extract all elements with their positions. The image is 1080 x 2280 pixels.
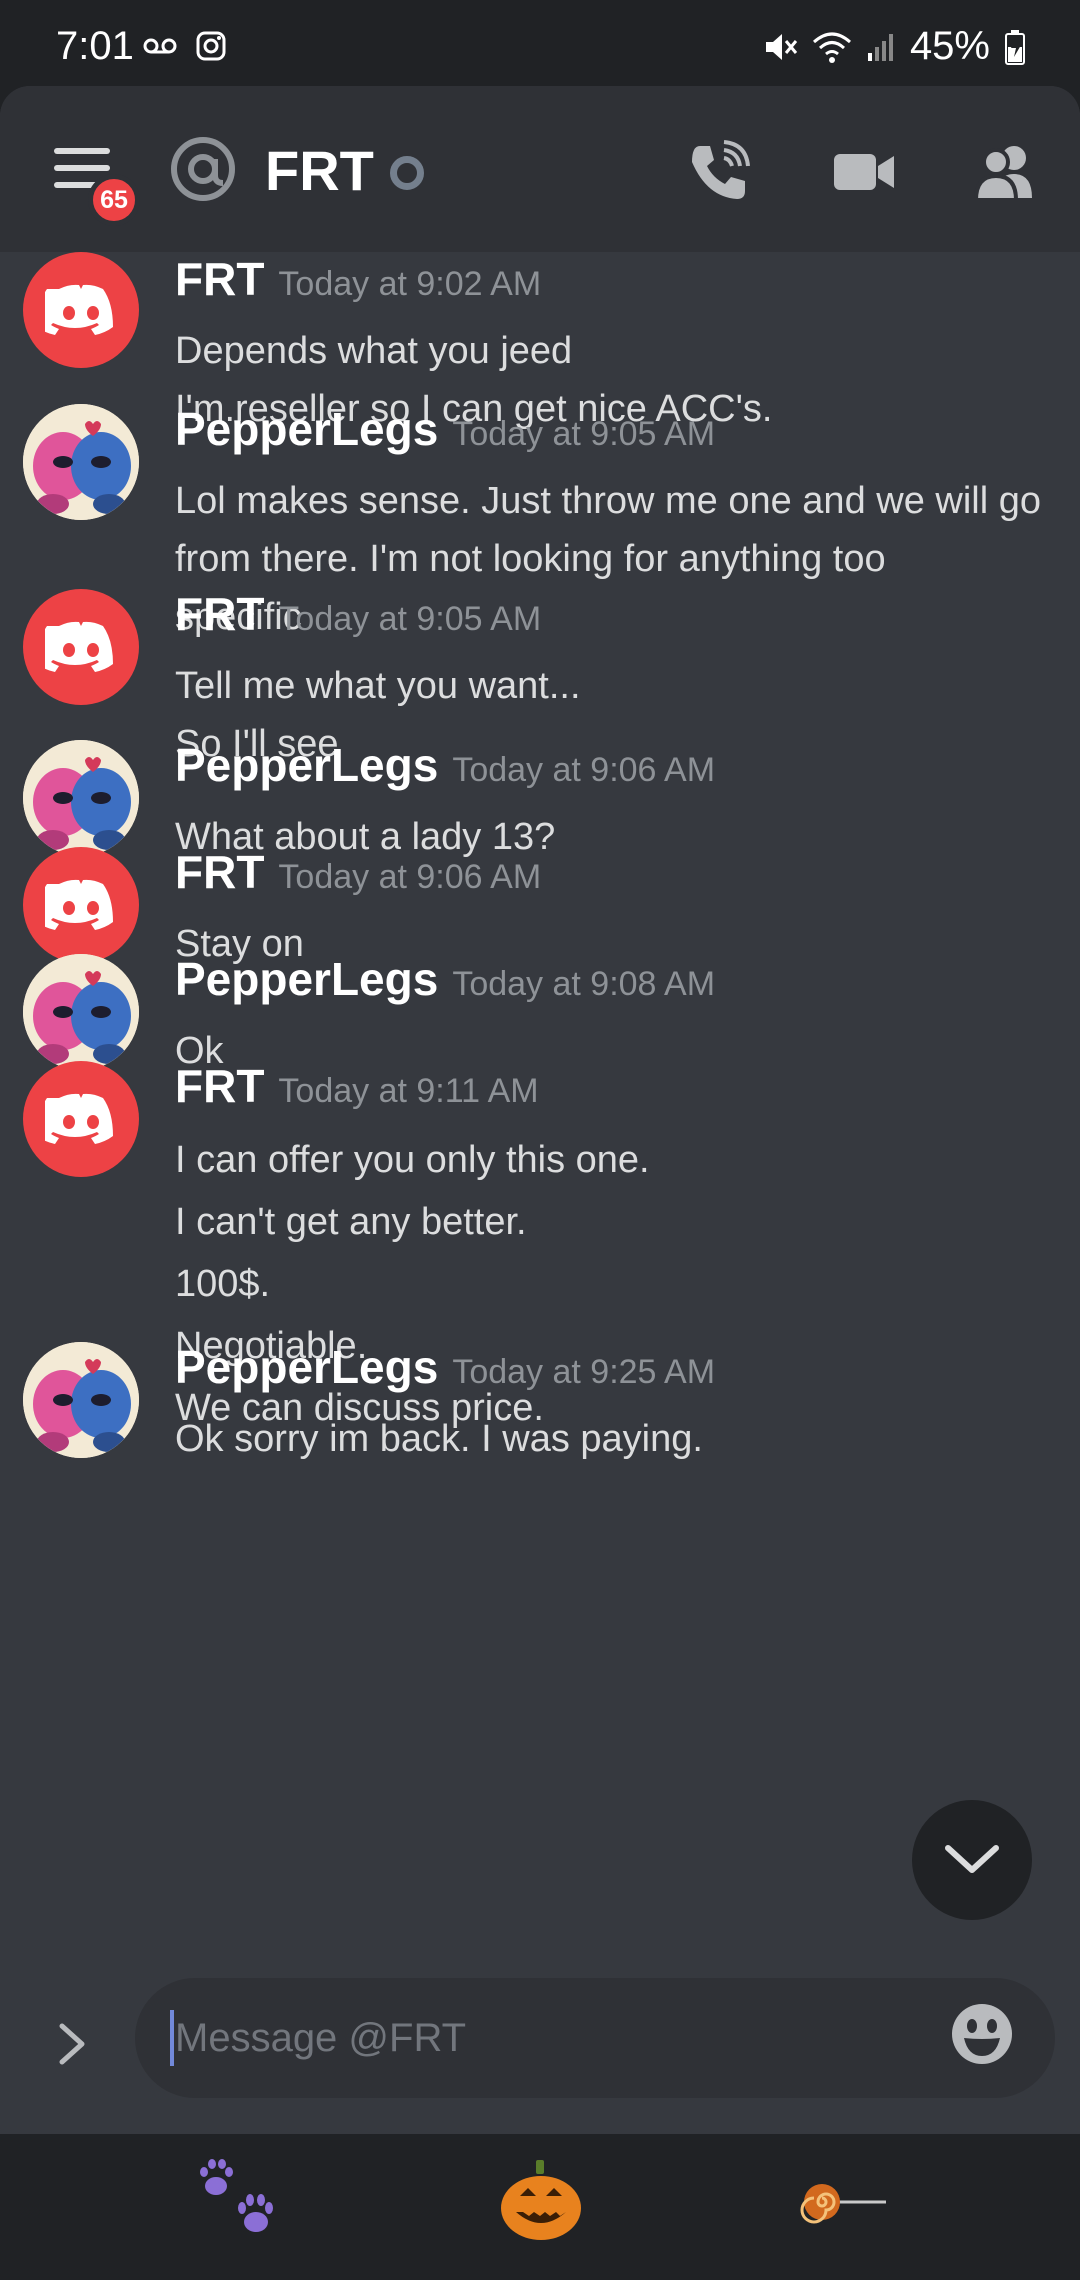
character-avatar-icon bbox=[23, 404, 139, 520]
chevron-right-icon[interactable] bbox=[56, 2022, 88, 2066]
wifi-icon bbox=[812, 32, 851, 63]
dm-screen: 65 FRT FRT Today at 9:02 AM Depends what y… bbox=[0, 86, 1080, 2280]
lollipop-icon[interactable] bbox=[800, 2156, 890, 2246]
author-name[interactable]: FRT bbox=[175, 846, 264, 898]
discord-logo-icon bbox=[45, 1093, 113, 1144]
discord-logo-icon bbox=[45, 284, 113, 335]
avatar[interactable] bbox=[23, 1061, 139, 1177]
composer bbox=[0, 1970, 1080, 2120]
message-header: FRT Today at 9:06 AM bbox=[175, 845, 541, 899]
message-header: FRT Today at 9:02 AM bbox=[175, 252, 541, 306]
page-title: FRT bbox=[265, 139, 374, 202]
message-text: I can offer you only this one. bbox=[175, 1139, 650, 1181]
channel-header: 65 FRT bbox=[0, 86, 1080, 252]
author-name[interactable]: FRT bbox=[175, 253, 264, 305]
text-caret bbox=[170, 2010, 174, 2066]
battery-percent: 45% bbox=[909, 24, 990, 68]
timestamp: Today at 9:05 AM bbox=[452, 415, 716, 453]
message-list: FRT Today at 9:02 AM Depends what you jeed… bbox=[0, 252, 1080, 2052]
avatar[interactable] bbox=[23, 954, 139, 1070]
avatar[interactable] bbox=[23, 1342, 139, 1458]
status-bar: 7:01 45% bbox=[0, 0, 1080, 86]
character-avatar-icon bbox=[23, 1342, 139, 1458]
timestamp: Today at 9:11 AM bbox=[278, 1072, 539, 1110]
message-header: FRT Today at 9:11 AM bbox=[175, 1059, 539, 1113]
author-name[interactable]: FRT bbox=[175, 588, 264, 640]
author-name[interactable]: PepperLegs bbox=[175, 739, 438, 791]
message-header: PepperLegs Today at 9:05 AM bbox=[175, 402, 715, 456]
scroll-to-bottom-button[interactable] bbox=[912, 1800, 1032, 1920]
bottom-bar bbox=[0, 2134, 1080, 2280]
timestamp: Today at 9:06 AM bbox=[278, 858, 542, 896]
jack-o-lantern-icon[interactable] bbox=[496, 2156, 586, 2246]
emoji-icon[interactable] bbox=[950, 2002, 1014, 2066]
avatar[interactable] bbox=[23, 252, 139, 368]
discord-logo-icon bbox=[45, 879, 113, 930]
avatar[interactable] bbox=[23, 589, 139, 705]
author-name[interactable]: PepperLegs bbox=[175, 1341, 438, 1393]
discord-logo-icon bbox=[45, 621, 113, 672]
call-icon[interactable] bbox=[686, 140, 750, 204]
message-text: 100$. bbox=[175, 1263, 271, 1305]
message-input[interactable] bbox=[135, 1978, 1055, 2098]
paw-prints-icon[interactable] bbox=[194, 2156, 284, 2246]
message-text: I can't get any better. bbox=[175, 1201, 527, 1243]
message-text: Lol makes sense. Just throw me one and w… bbox=[175, 480, 1041, 522]
author-name[interactable]: PepperLegs bbox=[175, 953, 438, 1005]
message-header: PepperLegs Today at 9:25 AM bbox=[175, 1340, 715, 1394]
video-icon[interactable] bbox=[832, 140, 896, 204]
author-name[interactable]: FRT bbox=[175, 1060, 264, 1112]
message-header: PepperLegs Today at 9:08 AM bbox=[175, 952, 715, 1006]
message-text: Ok sorry im back. I was paying. bbox=[175, 1418, 703, 1460]
message-text: Depends what you jeed bbox=[175, 330, 573, 372]
author-name[interactable]: PepperLegs bbox=[175, 403, 438, 455]
status-time: 7:01 bbox=[56, 24, 134, 68]
at-icon bbox=[171, 137, 235, 201]
timestamp: Today at 9:25 AM bbox=[452, 1353, 716, 1391]
avatar[interactable] bbox=[23, 740, 139, 856]
signal-icon bbox=[867, 33, 893, 61]
chevron-down-icon bbox=[945, 1845, 999, 1873]
character-avatar-icon bbox=[23, 740, 139, 856]
voicemail-icon bbox=[143, 38, 177, 54]
message-header: FRT Today at 9:05 AM bbox=[175, 587, 541, 641]
message-text: from there. I'm not looking for anything… bbox=[175, 538, 886, 580]
message-header: PepperLegs Today at 9:06 AM bbox=[175, 738, 715, 792]
timestamp: Today at 9:06 AM bbox=[452, 751, 716, 789]
battery-charging-icon bbox=[1005, 29, 1025, 65]
message-text: Tell me what you want... bbox=[175, 665, 581, 707]
avatar[interactable] bbox=[23, 404, 139, 520]
timestamp: Today at 9:02 AM bbox=[278, 265, 542, 303]
unread-badge: 65 bbox=[88, 174, 140, 226]
message-body: Ok sorry im back. I was paying. bbox=[175, 1410, 1055, 1468]
avatar[interactable] bbox=[23, 847, 139, 963]
mute-icon bbox=[765, 33, 798, 60]
character-avatar-icon bbox=[23, 954, 139, 1070]
instagram-icon bbox=[196, 31, 226, 61]
members-icon[interactable] bbox=[972, 140, 1040, 204]
status-dot bbox=[390, 156, 424, 190]
timestamp: Today at 9:08 AM bbox=[452, 965, 716, 1003]
timestamp: Today at 9:05 AM bbox=[278, 600, 542, 638]
